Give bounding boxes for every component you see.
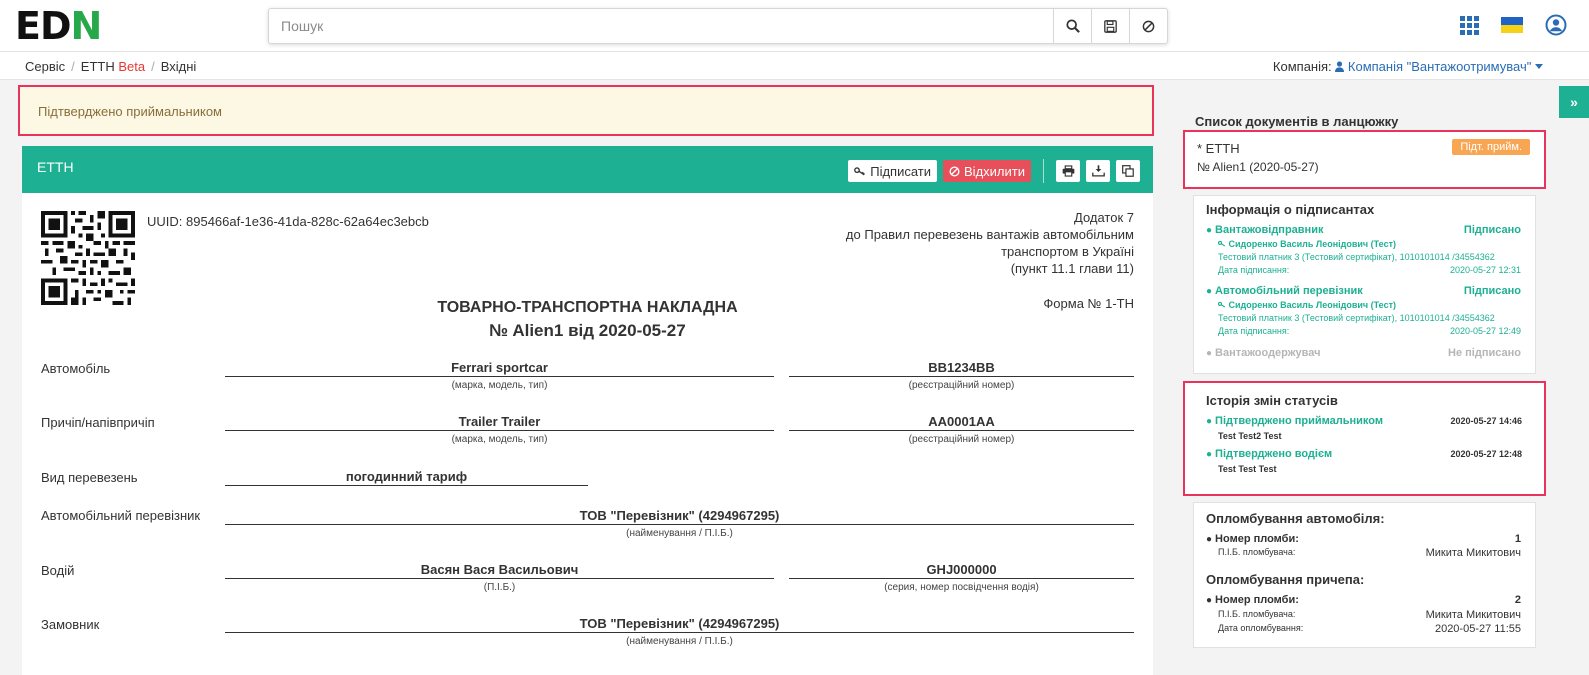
header-icons — [1460, 14, 1567, 36]
signer-status: Не підписано — [1448, 347, 1521, 359]
ban-icon — [1142, 20, 1155, 32]
field-trailer-reg: AA0001AA (реєстраційний номер) — [789, 414, 1134, 445]
top-header: EDN — [0, 0, 1589, 52]
field-driver-name: Васян Вася Васильович (П.І.Б.) — [225, 562, 774, 593]
document-panel: ЕТТН Підписати Відхилити UUID: 895466af-… — [22, 146, 1153, 675]
auto-seal-number-row: ● Номер пломби: 1 — [1206, 533, 1521, 545]
field-carrier: ТОВ "Перевізник" (4294967295) (найменува… — [225, 508, 1134, 539]
chain-document-number: № Alien1 (2020-05-27) — [1197, 160, 1319, 174]
status-history-card: Історія змін статусів ● Підтверджено прий… — [1183, 381, 1546, 496]
signer-status: Підписано — [1463, 224, 1521, 236]
search-input[interactable] — [269, 9, 1053, 43]
auto-seal-person-row: П.І.Б. пломбувача: Микита Микитович — [1218, 547, 1521, 559]
field-auto-model: Ferrari sportcar (марка, модель, тип) — [225, 360, 774, 391]
signer-status: Підписано — [1463, 285, 1521, 297]
breadcrumb-separator: / — [71, 59, 75, 74]
search-bar — [268, 8, 1168, 44]
key-icon — [1217, 240, 1226, 247]
signers-card: Інформація о підписантах ● Вантажовідправ… — [1193, 195, 1536, 374]
signer-item: ● Автомобільний перевізник Підписано Сидор… — [1206, 285, 1521, 336]
key-icon — [854, 167, 866, 176]
save-icon — [1104, 19, 1117, 33]
signers-heading: Інформація о підписантах — [1206, 202, 1375, 217]
appendix-note: Додаток 7 до Правил перевезень вантажів … — [845, 210, 1134, 276]
document-title-main: ТОВАРНО-ТРАНСПОРТНА НАКЛАДНА — [437, 299, 738, 316]
breadcrumb: Сервіс / ЕТТН Beta / Вхідні — [25, 59, 196, 74]
document-title: ТОВАРНО-ТРАНСПОРТНА НАКЛАДНА № Alien1 ві… — [22, 296, 1153, 342]
row-label-carrier: Автомобільний перевізник — [41, 508, 201, 523]
signer-item: ● Вантажовідправник Підписано Сидоренко Ва… — [1206, 224, 1521, 275]
status-badge: Підт. прийм. — [1452, 139, 1530, 155]
row-label-customer: Замовник — [41, 617, 100, 632]
panel-actions: Підписати Відхилити — [848, 159, 1140, 183]
trailer-seal-date-row: Дата опломбування: 2020-05-27 11:55 — [1218, 623, 1521, 635]
download-button[interactable] — [1086, 160, 1110, 182]
row-label-trailer: Причіп/напівпричіп — [41, 415, 155, 430]
chevron-double-right-icon: » — [1570, 94, 1578, 110]
user-small-icon — [1335, 61, 1345, 72]
chain-document-title: * ЕТТН — [1197, 141, 1240, 156]
breadcrumb-item-service[interactable]: Сервіс — [25, 59, 65, 74]
print-icon — [1062, 165, 1074, 177]
row-label-driver: Водій — [41, 563, 75, 578]
panel-header: ЕТТН Підписати Відхилити — [22, 146, 1153, 193]
history-item: ● Підтверджено приймальником 2020-05-27 14… — [1206, 415, 1522, 441]
field-transport-kind: погодинний тариф — [225, 469, 588, 486]
auto-seal-heading: Опломбування автомобіля: — [1206, 511, 1385, 526]
edin-logo[interactable]: EDN — [15, 4, 103, 48]
beta-label: Beta — [118, 59, 146, 74]
download-icon — [1091, 165, 1105, 177]
history-item: ● Підтверджено водієм 2020-05-27 12:48 Tes… — [1206, 448, 1522, 474]
row-label-auto: Автомобіль — [41, 361, 111, 376]
caret-down-icon — [1535, 64, 1543, 69]
breadcrumb-item-incoming: Вхідні — [160, 59, 197, 74]
ban-icon — [949, 165, 960, 177]
status-alert: Підтверджено приймальником — [18, 85, 1154, 136]
qr-code — [41, 211, 135, 305]
breadcrumb-item-ettn[interactable]: ЕТТН Beta — [81, 59, 145, 74]
field-driver-license: GHJ000000 (серия, номер посвідчення воді… — [789, 562, 1134, 593]
logo-text-left: ED — [15, 4, 72, 48]
status-alert-text: Підтверджено приймальником — [38, 104, 222, 119]
apps-grid-icon[interactable] — [1460, 15, 1479, 35]
field-trailer-model: Trailer Trailer (марка, модель, тип) — [225, 414, 774, 445]
trailer-seal-number-row: ● Номер пломби: 2 — [1206, 594, 1521, 606]
search-icon — [1065, 19, 1080, 33]
breadcrumb-separator: / — [151, 59, 155, 74]
company-name: Компанія "Вантажоотримувач" — [1347, 59, 1532, 74]
signer-item: ● Вантажоодержувач Не підписано — [1206, 347, 1521, 359]
copy-button[interactable] — [1116, 160, 1140, 182]
trailer-seal-person-row: П.І.Б. пломбувача: Микита Микитович — [1218, 609, 1521, 621]
save-search-button[interactable] — [1091, 9, 1129, 43]
search-button[interactable] — [1053, 9, 1091, 43]
chain-document-card[interactable]: * ЕТТН № Alien1 (2020-05-27) Підт. прийм… — [1183, 130, 1546, 189]
trailer-seal-heading: Опломбування причепа: — [1206, 572, 1365, 587]
reject-button-label: Відхилити — [964, 163, 1025, 179]
clear-search-button[interactable] — [1129, 9, 1167, 43]
reject-button[interactable]: Відхилити — [943, 160, 1031, 182]
panel-title: ЕТТН — [37, 159, 74, 175]
document-number: № Alien1 від 2020-05-27 — [489, 321, 686, 340]
row-label-transport-kind: Вид перевезень — [41, 470, 138, 485]
seals-card: Опломбування автомобіля: ● Номер пломби: 1… — [1193, 502, 1536, 648]
field-customer: ТОВ "Перевізник" (4294967295) (найменува… — [225, 616, 1134, 647]
print-button[interactable] — [1056, 160, 1080, 182]
document-uuid: UUID: 895466af-1e36-41da-828c-62a64ec3eb… — [147, 214, 429, 229]
company-label: Компанія: — [1272, 59, 1332, 74]
copy-icon — [1122, 165, 1134, 177]
sign-button-label: Підписати — [870, 163, 932, 179]
key-icon — [1217, 301, 1226, 308]
company-selector: Компанія: Компанія "Вантажоотримувач" — [1273, 59, 1543, 74]
chain-heading: Список документів в ланцюжку — [1195, 114, 1399, 129]
company-dropdown[interactable]: Компанія "Вантажоотримувач" — [1335, 59, 1543, 74]
divider — [1043, 159, 1044, 183]
sidebar-toggle-button[interactable]: » — [1559, 86, 1589, 118]
sign-button[interactable]: Підписати — [848, 160, 938, 182]
logo-text-right: N — [70, 4, 103, 48]
ukraine-flag-icon[interactable] — [1501, 17, 1523, 33]
breadcrumb-bar: Сервіс / ЕТТН Beta / Вхідні Компанія: Ко… — [0, 52, 1589, 80]
history-heading: Історія змін статусів — [1206, 393, 1338, 408]
field-auto-reg: BB1234BB (реєстраційний номер) — [789, 360, 1134, 391]
user-icon[interactable] — [1545, 14, 1567, 36]
